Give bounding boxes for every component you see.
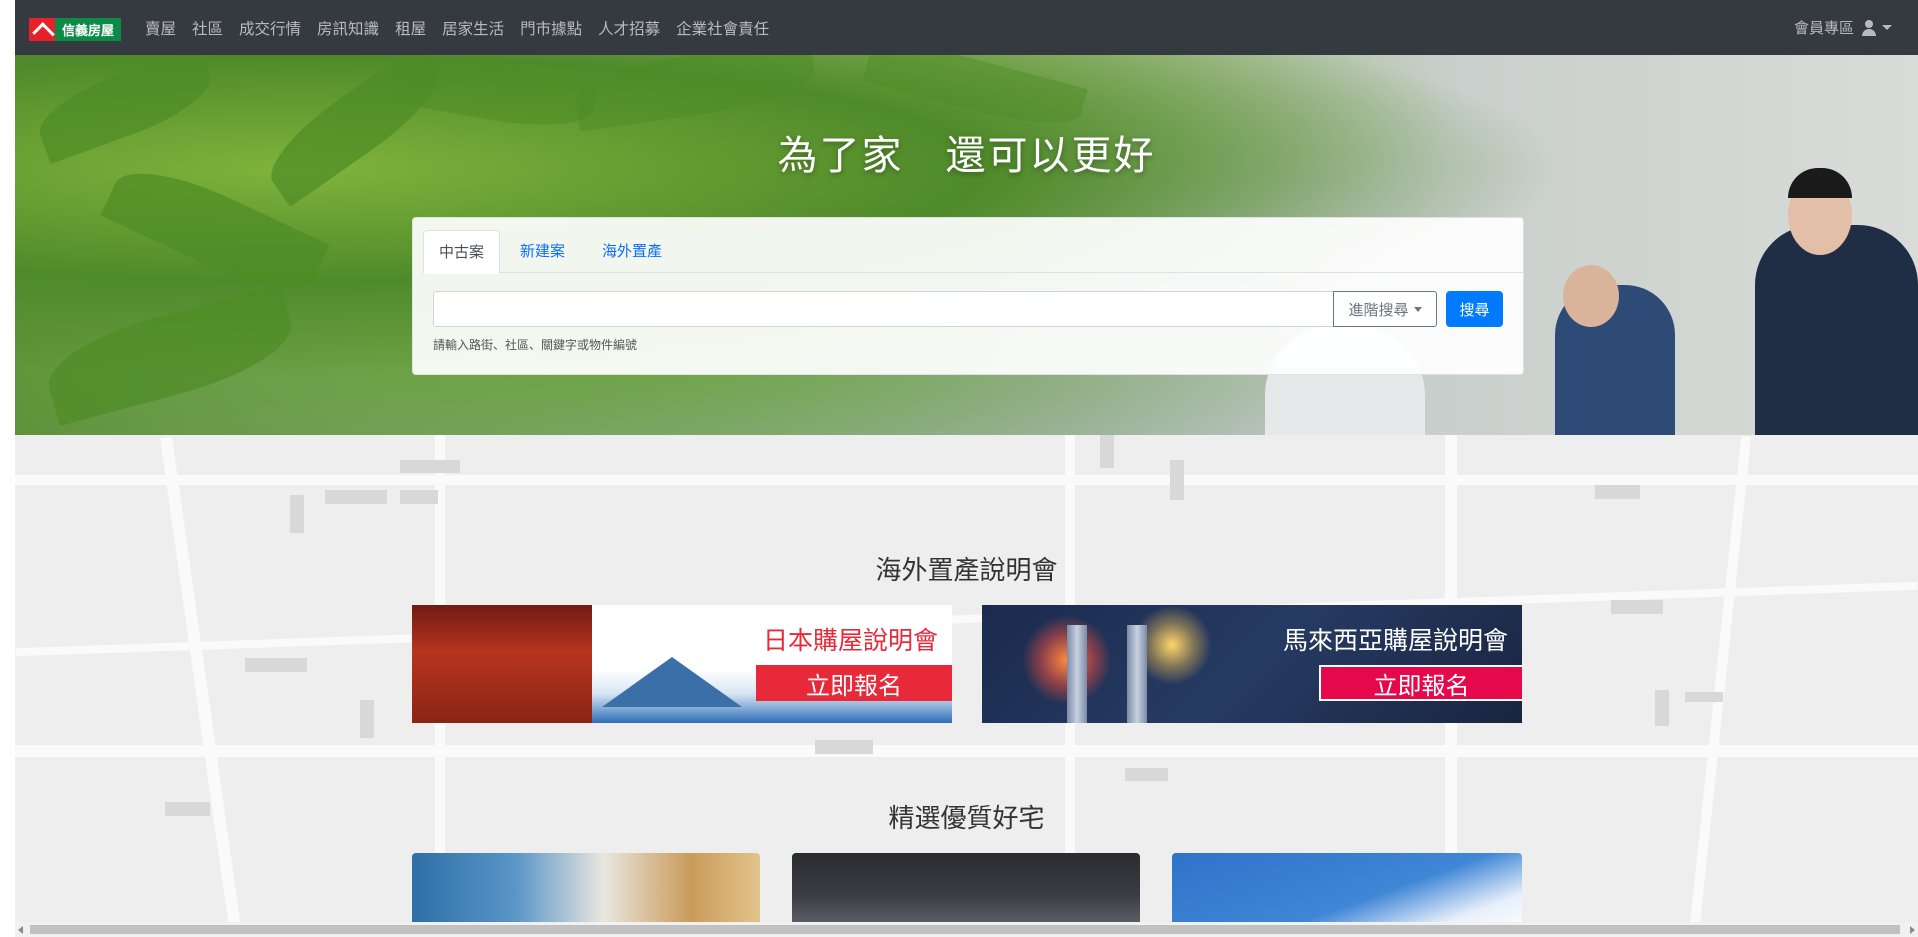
leaf-decoration (571, 55, 819, 132)
map-block (815, 740, 873, 754)
search-tabs: 中古案 新建案 海外置產 (423, 230, 1523, 274)
map-block (1125, 768, 1168, 781)
scrollbar-thumb[interactable] (30, 925, 1900, 934)
nav-links: 賣屋 社區 成交行情 房訊知識 租屋 居家生活 門市據點 人才招募 企業社會責任 (145, 0, 785, 55)
map-block (400, 460, 460, 473)
japan-seminar-banner[interactable]: 日本購屋說明會 立即報名 (412, 605, 952, 723)
map-block (1100, 435, 1114, 468)
user-icon (1862, 19, 1876, 36)
seminars-title: 海外置產說明會 (875, 556, 1058, 586)
nav-item-transactions[interactable]: 成交行情 (239, 17, 301, 39)
map-block (245, 658, 307, 672)
tab-resale[interactable]: 中古案 (423, 230, 501, 274)
map-block (400, 490, 438, 504)
caret-down-icon (1413, 306, 1422, 312)
caret-down-icon (1882, 25, 1892, 30)
member-label: 會員專區 (1793, 19, 1854, 37)
tower-image (1067, 625, 1087, 723)
advanced-search-label: 進階搜尋 (1348, 300, 1409, 319)
malaysia-register-button[interactable]: 立即報名 (1319, 665, 1522, 701)
map-road (15, 475, 1918, 485)
map-road (160, 436, 242, 936)
advanced-search-button[interactable]: 進階搜尋 (1333, 291, 1437, 327)
page: 信義房屋 賣屋 社區 成交行情 房訊知識 租屋 居家生活 門市據點 人才招募 企… (15, 0, 1918, 937)
logo-text: 信義房屋 (55, 18, 121, 41)
japan-register-button[interactable]: 立即報名 (756, 665, 952, 701)
tower-image (1127, 625, 1147, 723)
mountain-image (602, 657, 742, 707)
nav-item-csr[interactable]: 企業社會責任 (676, 17, 769, 39)
map-block (290, 495, 304, 533)
search-panel: 中古案 新建案 海外置產 進階搜尋 搜尋 請輸入路街、社區、關鍵字或物件編號 (412, 217, 1524, 375)
nav-item-rent[interactable]: 租屋 (395, 17, 426, 39)
search-input[interactable] (433, 291, 1333, 327)
brand-logo[interactable]: 信義房屋 (29, 18, 121, 41)
nav-item-knowledge[interactable]: 房訊知識 (317, 17, 379, 39)
page-gutter (0, 0, 15, 937)
map-road (1688, 435, 1752, 937)
malaysia-banner-title: 馬來西亞購屋說明會 (1282, 626, 1508, 655)
tab-new-build[interactable]: 新建案 (505, 230, 580, 272)
pagoda-image (412, 605, 592, 723)
map-block (1685, 692, 1723, 702)
hero-title: 為了家 還可以更好 (777, 133, 1156, 179)
nav-item-careers[interactable]: 人才招募 (598, 17, 660, 39)
scroll-right-arrow-icon[interactable] (1910, 926, 1915, 934)
japan-banner-title: 日本購屋說明會 (762, 626, 938, 655)
person-face (1563, 265, 1619, 327)
member-dropdown[interactable]: 會員專區 (1794, 0, 1892, 55)
map-block (1611, 600, 1663, 614)
hero-banner: 為了家 還可以更好 中古案 新建案 海外置產 進階搜尋 搜尋 請輸入路街、社區、… (15, 55, 1918, 435)
map-block (1170, 460, 1184, 500)
nav-item-community[interactable]: 社區 (192, 17, 223, 39)
logo-mark-icon (29, 18, 55, 41)
person-image (1755, 225, 1918, 435)
map-block (1595, 485, 1640, 499)
map-road (15, 581, 1918, 657)
search-button[interactable]: 搜尋 (1446, 291, 1503, 327)
search-hint: 請輸入路街、社區、關鍵字或物件編號 (433, 338, 638, 352)
nav-item-living[interactable]: 居家生活 (442, 17, 504, 39)
tab-overseas[interactable]: 海外置產 (587, 230, 677, 272)
nav-item-stores[interactable]: 門市據點 (520, 17, 582, 39)
map-road (15, 745, 1918, 757)
scroll-left-arrow-icon[interactable] (18, 926, 23, 934)
nav-item-sell[interactable]: 賣屋 (145, 17, 176, 39)
malaysia-seminar-banner[interactable]: 馬來西亞購屋說明會 立即報名 (982, 605, 1522, 723)
map-block (360, 700, 374, 738)
map-block (1655, 690, 1669, 726)
map-block (325, 490, 387, 504)
top-navbar: 信義房屋 賣屋 社區 成交行情 房訊知識 租屋 居家生活 門市據點 人才招募 企… (15, 0, 1918, 55)
featured-title: 精選優質好宅 (888, 804, 1045, 834)
leaf-decoration (38, 284, 302, 426)
horizontal-scrollbar[interactable] (15, 922, 1918, 937)
